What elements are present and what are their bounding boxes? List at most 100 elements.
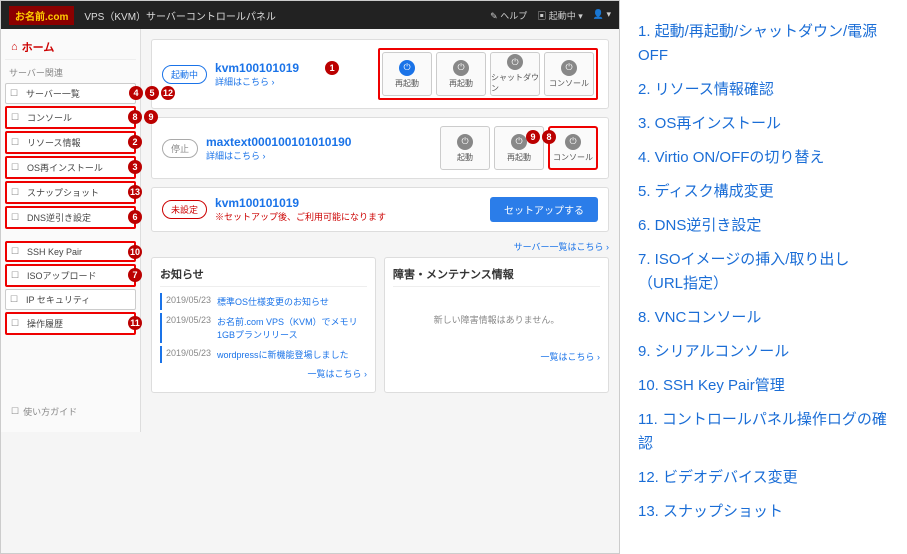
server-name[interactable]: kvm100101019 (215, 61, 299, 75)
sidebar-item[interactable]: ☐コンソール89 (5, 106, 136, 129)
main-area: 起動中kvm100101019詳細はこちら ›1⏻再起動⏻再起動⏻シャットダウン… (141, 29, 619, 432)
news-item[interactable]: 2019/05/23 wordpressに新機能登場しました (160, 346, 367, 363)
action-label: 再起動 (507, 152, 531, 163)
news-item[interactable]: 2019/05/23お名前.com VPS（KVM）でメモリ1GBプランリリース (160, 313, 367, 343)
topbar: お名前.com VPS（KVM）サーバーコントロールパネル ✎ ヘルプ ▣ 起動… (1, 1, 619, 29)
legend-item: 6. DNS逆引き設定 (638, 214, 889, 238)
sidebar-home[interactable]: ⌂ホーム (5, 35, 136, 60)
action-button[interactable]: ⏻ 再起動 (382, 52, 432, 96)
sidebar-item-label: スナップショット (27, 186, 99, 199)
legend-item: 8. VNCコンソール (638, 306, 889, 330)
sidebar-item-icon: ☐ (11, 112, 23, 123)
sidebar-item-label: ISOアップロード (27, 269, 97, 282)
detail-link[interactable]: 詳細はこちら › (206, 149, 351, 162)
user-menu[interactable]: 👤 ▾ (593, 9, 611, 22)
news-date: 2019/05/23 (166, 315, 211, 341)
news-link[interactable]: お名前.com VPS（KVM）でメモリ1GBプランリリース (217, 315, 367, 341)
action-label: コンソール (549, 78, 589, 89)
maintenance-title: 障害・メンテナンス情報 (393, 266, 600, 287)
setup-note: ※セットアップ後、ご利用可能になります (215, 210, 386, 223)
power-icon: ⏻ (561, 60, 577, 76)
server-card: 停止maxtext000100101010190詳細はこちら ›⏻起動⏻再起動⏻… (151, 117, 609, 179)
sidebar-item[interactable]: ☐サーバー一覧4512 (5, 83, 136, 104)
annotation-badge: 5 (145, 86, 159, 100)
power-icon: ⏻ (399, 60, 415, 76)
news-panel: お知らせ 2019/05/23標準OS仕様変更のお知らせ2019/05/23お名… (151, 257, 376, 393)
sidebar-item[interactable]: ☐OS再インストール3 (5, 156, 136, 179)
action-button[interactable]: ⏻ コンソール (544, 52, 594, 96)
sidebar-item[interactable]: ☐ISOアップロード7 (5, 264, 136, 287)
action-group: ⏻起動⏻ 再起動 ⏻コンソール89 (440, 126, 598, 170)
sidebar-item-icon: ☐ (11, 270, 23, 281)
annotation-badge: 1 (325, 61, 339, 75)
news-link[interactable]: wordpressに新機能登場しました (217, 348, 349, 361)
action-button[interactable]: ⏻ シャットダウン (490, 52, 540, 96)
sidebar-item-icon: ☐ (11, 162, 23, 173)
annotation-badge: 4 (129, 86, 143, 100)
power-icon: ⏻ (457, 134, 473, 150)
sidebar-item-label: サーバー一覧 (26, 87, 80, 100)
news-date: 2019/05/23 (166, 348, 211, 361)
all-servers-link[interactable]: サーバー一覧はこちら › (151, 240, 609, 253)
usage-guide-link[interactable]: ☐使い方ガイド (5, 397, 136, 426)
setup-button[interactable]: セットアップする (490, 197, 598, 222)
annotation-badge: 13 (128, 185, 142, 199)
topbar-status[interactable]: ▣ 起動中 ▾ (537, 9, 583, 22)
annotation-badge: 7 (128, 268, 142, 282)
action-button[interactable]: ⏻起動 (440, 126, 490, 170)
sidebar-item[interactable]: ☐DNS逆引き設定6 (5, 206, 136, 229)
action-button[interactable]: ⏻再起動 (436, 52, 486, 96)
legend-item: 9. シリアルコンソール (638, 340, 889, 364)
brand-logo: お名前.com (9, 6, 74, 25)
action-label: シャットダウン (491, 72, 539, 94)
legend-item: 10. SSH Key Pair管理 (638, 374, 889, 398)
sidebar-item-icon: ☐ (11, 246, 23, 257)
book-icon: ☐ (11, 406, 19, 417)
sidebar-item-label: SSH Key Pair (27, 247, 82, 257)
legend-item: 2. リソース情報確認 (638, 78, 889, 102)
legend-item: 3. OS再インストール (638, 112, 889, 136)
sidebar-item[interactable]: ☐操作履歴11 (5, 312, 136, 335)
legend-item: 11. コントロールパネル操作ログの確認 (638, 408, 889, 456)
annotation-badge: 12 (161, 86, 175, 100)
annotation-badge: 2 (128, 135, 142, 149)
sidebar-item[interactable]: ☐IP セキュリティ (5, 289, 136, 310)
annotation-badge: 9 (526, 130, 540, 144)
sidebar-item-label: リソース情報 (27, 136, 81, 149)
sidebar-item[interactable]: ☐SSH Key Pair10 (5, 241, 136, 262)
help-link[interactable]: ✎ ヘルプ (490, 9, 527, 22)
sidebar-item-label: OS再インストール (27, 161, 103, 174)
annotation-badge: 10 (128, 245, 142, 259)
power-icon: ⏻ (507, 54, 523, 70)
power-icon: ⏻ (453, 60, 469, 76)
server-name[interactable]: kvm100101019 (215, 196, 386, 210)
news-item[interactable]: 2019/05/23 標準OS仕様変更のお知らせ (160, 293, 367, 310)
sidebar-item-icon: ☐ (10, 294, 22, 305)
server-card: 未設定 kvm100101019※セットアップ後、ご利用可能になります セットアップ… (151, 187, 609, 232)
action-label: 再起動 (395, 78, 419, 89)
sidebar-item-label: DNS逆引き設定 (27, 211, 91, 224)
topbar-right: ✎ ヘルプ ▣ 起動中 ▾ 👤 ▾ (490, 9, 611, 22)
annotation-badge: 3 (128, 160, 142, 174)
maintenance-empty: 新しい障害情報はありません。 (393, 293, 600, 346)
maintenance-more-link[interactable]: 一覧はこちら › (393, 350, 600, 363)
maintenance-panel: 障害・メンテナンス情報 新しい障害情報はありません。 一覧はこちら › (384, 257, 609, 393)
app-window: お名前.com VPS（KVM）サーバーコントロールパネル ✎ ヘルプ ▣ 起動… (0, 0, 620, 554)
news-more-link[interactable]: 一覧はこちら › (160, 367, 367, 380)
news-date: 2019/05/23 (166, 295, 211, 308)
home-icon: ⌂ (11, 41, 18, 53)
annotation-badge: 11 (128, 316, 142, 330)
sidebar-item-icon: ☐ (11, 137, 23, 148)
status-pill: 未設定 (162, 200, 207, 219)
action-button[interactable]: ⏻コンソール89 (548, 126, 598, 170)
legend-item: 13. スナップショット (638, 500, 889, 524)
sidebar-item[interactable]: ☐スナップショット13 (5, 181, 136, 204)
annotation-badge: 8 (542, 130, 556, 144)
news-link[interactable]: 標準OS仕様変更のお知らせ (217, 295, 329, 308)
sidebar-item[interactable]: ☐リソース情報2 (5, 131, 136, 154)
legend-item: 12. ビデオデバイス変更 (638, 466, 889, 490)
server-name[interactable]: maxtext000100101010190 (206, 135, 351, 149)
detail-link[interactable]: 詳細はこちら › (215, 75, 299, 88)
sidebar-section-label: サーバー関連 (5, 60, 136, 81)
sidebar-item-icon: ☐ (11, 187, 23, 198)
